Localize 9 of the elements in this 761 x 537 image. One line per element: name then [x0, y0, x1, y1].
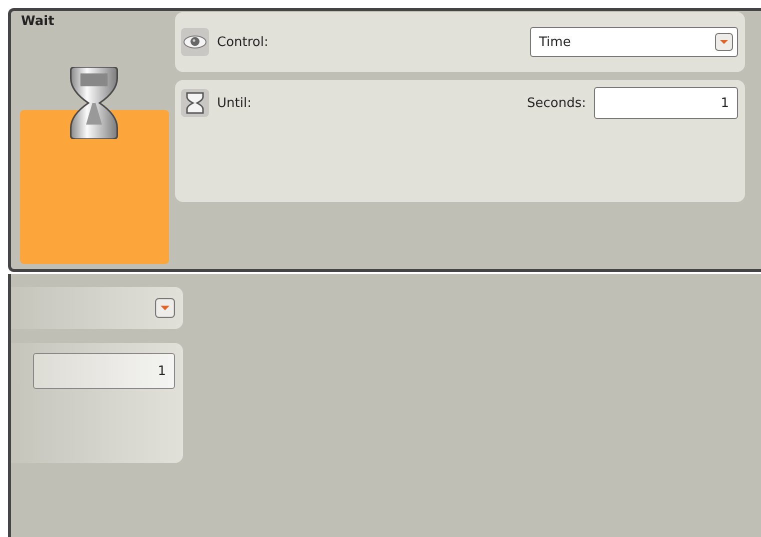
seconds-label: Seconds: — [527, 96, 586, 110]
hourglass-icon — [181, 89, 209, 117]
seconds-field[interactable]: 1 — [594, 87, 738, 119]
control-dropdown[interactable]: Time — [530, 27, 738, 57]
number-field[interactable]: 1 — [33, 353, 175, 389]
control-label: Control: — [217, 34, 268, 50]
until-label: Until: — [217, 96, 252, 110]
block-title: Wait — [21, 14, 54, 29]
eye-icon — [181, 28, 209, 56]
